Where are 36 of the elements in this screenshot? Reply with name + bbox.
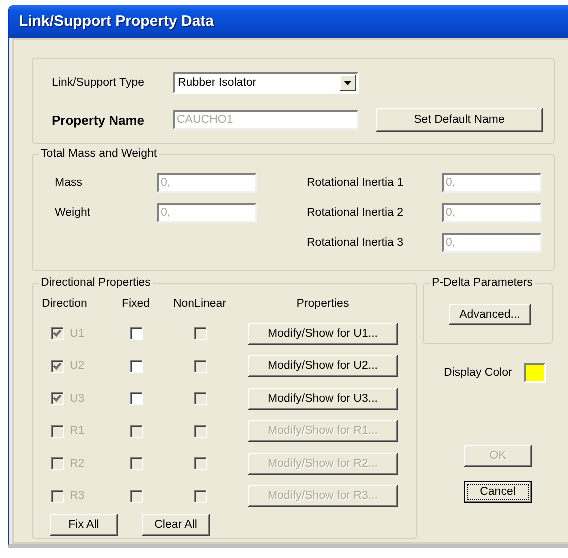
checkbox-label: U3: [70, 392, 85, 404]
field-label: Rotational Inertia 3: [307, 237, 405, 249]
button[interactable]: Clear All: [142, 514, 210, 536]
field-label: Property Name: [52, 112, 146, 128]
field-label: Rotational Inertia 1: [307, 177, 405, 189]
button[interactable]: Advanced...: [449, 304, 531, 325]
column-header: Properties: [296, 298, 350, 310]
checkbox-label: R2: [70, 458, 85, 470]
field-label: Rotational Inertia 2: [307, 207, 405, 219]
color-swatch[interactable]: [524, 363, 546, 383]
checkbox-label: U1: [70, 328, 85, 340]
field-label: Link/Support Type: [52, 77, 146, 89]
button[interactable]: Fix All: [50, 514, 118, 536]
checkbox-label: U2: [70, 360, 85, 372]
group-title: Total Mass and Weight: [39, 147, 160, 161]
button[interactable]: Modify/Show for U2...: [248, 355, 398, 377]
column-header: Direction: [42, 298, 88, 310]
checkbox[interactable]: [130, 360, 142, 372]
caret-icon: [344, 80, 352, 86]
field-label: Mass: [55, 177, 84, 189]
checkbox-label: R3: [70, 490, 85, 502]
button[interactable]: Modify/Show for U3...: [248, 388, 398, 410]
checkbox[interactable]: [130, 392, 142, 405]
dropdown-field[interactable]: Rubber Isolator: [173, 72, 359, 94]
field-label: Weight: [55, 207, 92, 219]
button[interactable]: Set Default Name: [376, 108, 543, 132]
button[interactable]: Modify/Show for U1...: [248, 322, 398, 344]
column-header: Fixed: [122, 298, 150, 310]
window-title: Link/Support Property Data: [19, 13, 214, 30]
group-title: Directional Properties: [39, 276, 153, 290]
button[interactable]: Cancel: [464, 481, 532, 503]
checkbox[interactable]: [130, 327, 142, 340]
checkbox-label: R1: [70, 425, 85, 437]
dropdown-button[interactable]: [340, 75, 356, 91]
column-header: NonLinear: [173, 298, 227, 310]
field-label: Display Color: [444, 367, 512, 379]
